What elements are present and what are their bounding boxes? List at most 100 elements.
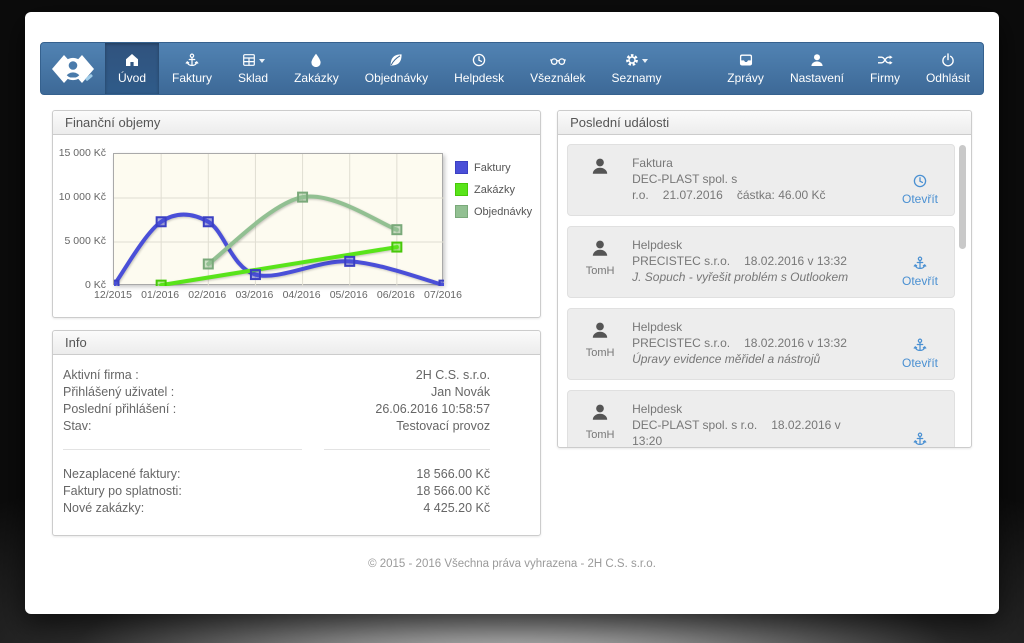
info-value: 18 566.00 Kč: [311, 466, 490, 483]
home-icon: [125, 53, 139, 67]
legend-label: Objednávky: [474, 206, 532, 218]
nav-item-label: Objednávky: [365, 71, 428, 85]
x-axis-tick: 07/2016: [424, 289, 462, 301]
info-panel-title: Info: [53, 331, 540, 355]
info-label: Přihlášený uživatel :: [63, 384, 311, 401]
nav-item-label: Faktury: [172, 71, 212, 85]
anchor-icon: [185, 53, 199, 67]
info-value: 26.06.2016 10:58:57: [311, 401, 490, 418]
anchor-icon: [902, 432, 938, 447]
event-details: HelpdeskPRECISTEC s.r.o.18.02.2016 v 13:…: [632, 319, 861, 371]
nav-item-label: Zprávy: [727, 71, 764, 85]
nav-item-label: Firmy: [870, 71, 900, 85]
person-icon: [591, 408, 609, 425]
nav-item-label: Odhlásit: [926, 71, 970, 85]
shuffle-icon: [877, 53, 893, 67]
event-username: TomH: [568, 347, 632, 359]
event-card: TomHHelpdeskDEC-PLAST spol. s r.o.18.02.…: [567, 390, 955, 447]
legend-item: Zakázky: [455, 183, 532, 196]
anchor-icon: [902, 256, 938, 271]
x-axis-tick: 03/2016: [235, 289, 273, 301]
open-link[interactable]: Otevřít: [902, 356, 938, 370]
nav-item-label: Všeználek: [530, 71, 585, 85]
nav-item-uvod[interactable]: Úvod: [105, 43, 159, 94]
info-label: Nezaplacené faktury:: [63, 466, 311, 483]
nav-items-left: Úvod Faktury Sklad Zakázky Objednávky Helpdes…: [105, 43, 675, 94]
event-open: Otevřít: [902, 174, 938, 208]
finance-chart: 15 000 Kč10 000 Kč5 000 Kč0 Kč 12/201501…: [53, 135, 540, 317]
event-open: Otevřít: [902, 256, 938, 290]
info-row: Nezaplacené faktury:18 566.00 Kč: [63, 466, 490, 483]
events-list: FakturaDEC-PLAST spol. s r.o.21.07.2016č…: [558, 135, 971, 447]
info-row: Přihlášený uživatel :Jan Novák: [63, 384, 490, 401]
nav-item-odhlasit[interactable]: Odhlásit: [913, 43, 983, 94]
app-logo[interactable]: [41, 43, 105, 94]
droplet-icon: [309, 53, 323, 67]
open-link[interactable]: Otevřít: [902, 274, 938, 288]
info-body: Aktivní firma :2H C.S. s.r.o.Přihlášený …: [53, 355, 540, 535]
finance-panel: Finanční objemy 15 000 Kč10 000 Kč5 000 …: [52, 110, 541, 318]
event-details: FakturaDEC-PLAST spol. s r.o.21.07.2016č…: [632, 155, 862, 207]
legend-swatch: [455, 161, 468, 174]
leaf-icon: [389, 53, 403, 67]
event-user: TomH: [568, 319, 632, 371]
info-divider: [63, 449, 490, 450]
info-value: 2H C.S. s.r.o.: [311, 367, 490, 384]
y-axis-tick: 5 000 Kč: [65, 235, 106, 247]
nav-item-firmy[interactable]: Firmy: [857, 43, 913, 94]
nav-item-zpravy[interactable]: Zprávy: [714, 43, 777, 94]
x-axis-tick: 02/2016: [188, 289, 226, 301]
event-type: Helpdesk: [632, 401, 862, 417]
nav-item-label: Seznamy: [612, 71, 662, 85]
event-username: TomH: [568, 265, 632, 277]
x-axis-tick: 12/2015: [94, 289, 132, 301]
y-axis-tick: 10 000 Kč: [59, 191, 106, 203]
legend-label: Faktury: [474, 162, 511, 174]
nav-item-label: Helpdesk: [454, 71, 504, 85]
chart-y-axis: 15 000 Kč10 000 Kč5 000 Kč0 Kč: [59, 153, 113, 285]
info-row: Nové zakázky:4 425.20 Kč: [63, 500, 490, 517]
gear-icon: [625, 53, 639, 67]
info-label: Nové zakázky:: [63, 500, 311, 517]
nav-item-vseznalek[interactable]: Všeználek: [517, 43, 598, 94]
chart-x-axis: 12/201501/201602/201603/201604/201605/20…: [113, 289, 443, 305]
info-label: Aktivní firma :: [63, 367, 311, 384]
event-open: Otevřít: [902, 338, 938, 372]
x-axis-tick: 04/2016: [283, 289, 321, 301]
nav-item-seznamy[interactable]: Seznamy: [599, 43, 675, 94]
user-icon: [810, 53, 824, 67]
main-content: Finanční objemy 15 000 Kč10 000 Kč5 000 …: [25, 110, 999, 536]
events-panel: Poslední události FakturaDEC-PLAST spol.…: [557, 110, 972, 448]
nav-item-helpdesk[interactable]: Helpdesk: [441, 43, 517, 94]
info-row: Aktivní firma :2H C.S. s.r.o.: [63, 367, 490, 384]
clock-icon: [902, 174, 938, 189]
brand-logo-icon: [49, 52, 97, 86]
events-scrollbar-thumb[interactable]: [959, 145, 966, 249]
nav-item-label: Úvod: [118, 71, 146, 85]
chevron-down-icon: [642, 59, 648, 63]
nav-item-label: Zakázky: [294, 71, 339, 85]
info-value: 4 425.20 Kč: [311, 500, 490, 517]
nav-item-sklad[interactable]: Sklad: [225, 43, 281, 94]
nav-item-label: Nastavení: [790, 71, 844, 85]
event-type: Helpdesk: [632, 319, 861, 335]
open-link[interactable]: Otevřít: [902, 192, 938, 206]
chevron-down-icon: [259, 59, 265, 63]
nav-item-zakazky[interactable]: Zakázky: [281, 43, 352, 94]
desktop-backdrop: Úvod Faktury Sklad Zakázky Objednávky Helpdes…: [0, 0, 1024, 643]
legend-label: Zakázky: [474, 184, 515, 196]
person-icon: [591, 244, 609, 261]
nav-item-faktury[interactable]: Faktury: [159, 43, 225, 94]
person-icon: [591, 162, 609, 179]
event-card: FakturaDEC-PLAST spol. s r.o.21.07.2016č…: [567, 144, 955, 216]
nav-item-objednavky[interactable]: Objednávky: [352, 43, 441, 94]
glasses-icon: [550, 53, 566, 67]
legend-item: Faktury: [455, 161, 532, 174]
info-row: Stav:Testovací provoz: [63, 418, 490, 435]
event-meta: DEC-PLAST spol. s r.o.18.02.2016 v 13:20: [632, 417, 862, 447]
event-card: TomHHelpdeskPRECISTEC s.r.o.18.02.2016 v…: [567, 226, 955, 298]
power-icon: [941, 53, 955, 67]
app-window: Úvod Faktury Sklad Zakázky Objednávky Helpdes…: [25, 12, 999, 614]
nav-item-nastaveni[interactable]: Nastavení: [777, 43, 857, 94]
info-value: 18 566.00 Kč: [311, 483, 490, 500]
